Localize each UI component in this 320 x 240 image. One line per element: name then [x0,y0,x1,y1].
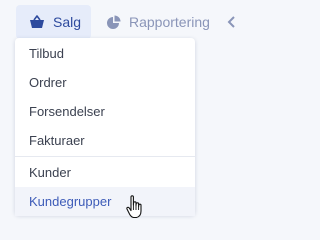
menu-item-kundegrupper[interactable]: Kundegrupper [15,187,195,216]
nav-sales-label: Salg [53,14,82,30]
menu-item-label: Kundegrupper [29,194,112,209]
menu-item-label: Kunder [29,165,71,180]
menu-item-tilbud[interactable]: Tilbud [15,39,195,68]
arrow-icon [226,15,236,29]
menu-item-label: Tilbud [29,46,64,61]
nav-sales[interactable]: Salg [16,5,91,39]
pie-chart-icon [106,15,121,30]
nav-reporting[interactable]: Rapportering [104,5,236,39]
menu-item-label: Fakturaer [29,133,85,148]
menu-item-kunder[interactable]: Kunder [15,158,195,187]
menu-divider [15,156,195,157]
sales-dropdown-menu: Tilbud Ordrer Forsendelser Fakturaer Kun… [15,38,195,216]
menu-item-forsendelser[interactable]: Forsendelser [15,97,195,126]
nav-next[interactable] [226,5,240,39]
menu-item-label: Forsendelser [29,104,105,119]
menu-item-label: Ordrer [29,75,67,90]
basket-icon [29,15,45,29]
hand-cursor-icon [125,195,145,219]
menu-item-ordrer[interactable]: Ordrer [15,68,195,97]
nav-reporting-label: Rapportering [129,14,210,30]
menu-item-fakturaer[interactable]: Fakturaer [15,126,195,155]
